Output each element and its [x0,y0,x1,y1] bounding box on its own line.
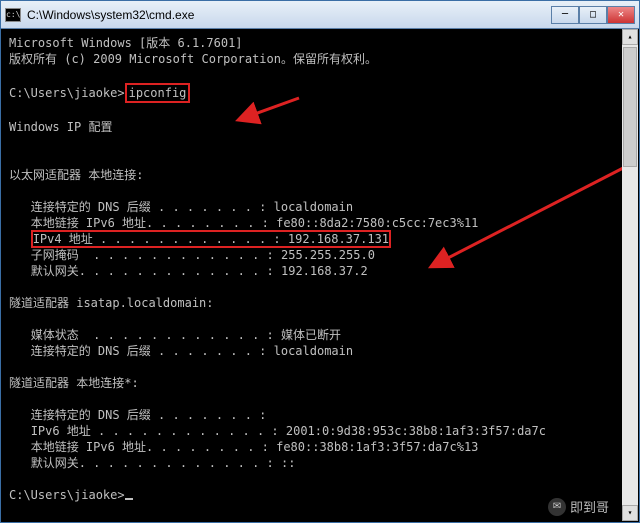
window-buttons: ─ □ ✕ [551,6,635,24]
watermark: ✉ 即到哥 [548,497,609,516]
row-label: 本地链接 IPv6 地址 [31,216,146,230]
watermark-text: 即到哥 [570,497,609,516]
row-value: 255.255.255.0 [274,248,375,262]
adapter1-header: 以太网适配器 本地连接: [9,168,143,182]
ipv4-highlight: IPv4 地址 . . . . . . . . . . . . : 192.16… [31,230,391,248]
prompt-path-1: C:\Users\jiaoke> [9,86,125,100]
row-label: 默认网关 [31,456,79,470]
close-button[interactable]: ✕ [607,6,635,24]
row-value: 192.168.37.2 [274,264,368,278]
row-value: 2001:0:9d38:953c:38b8:1af3:3f57:da7c [279,424,546,438]
row-label: 连接特定的 DNS 后缀 [31,344,151,358]
cmd-window: c:\ C:\Windows\system32\cmd.exe ─ □ ✕ Mi… [0,0,640,523]
ipconfig-title: Windows IP 配置 [9,120,112,134]
maximize-button[interactable]: □ [579,6,607,24]
row-value: 192.168.37.131 [281,232,389,246]
command-highlight: ipconfig [125,83,191,103]
titlebar: c:\ C:\Windows\system32\cmd.exe ─ □ ✕ [1,1,639,29]
prompt-path-2: C:\Users\jiaoke> [9,488,125,502]
row-label: 子网掩码 [31,248,79,262]
row-value: :: [274,456,296,470]
row-value: 媒体已断开 [274,328,341,342]
terminal-output[interactable]: Microsoft Windows [版本 6.1.7601] 版权所有 (c)… [1,29,639,522]
scrollbar[interactable]: ▴ ▾ [622,29,638,521]
row-label: 连接特定的 DNS 后缀 [31,200,151,214]
row-label: 连接特定的 DNS 后缀 [31,408,151,422]
wechat-icon: ✉ [548,498,566,516]
row-value: fe80::38b8:1af3:3f57:da7c%13 [269,440,479,454]
scroll-thumb[interactable] [623,47,637,167]
row-label: IPv4 地址 [33,232,93,246]
cursor [125,498,133,500]
row-value: localdomain [266,200,353,214]
cmd-icon: c:\ [5,8,21,22]
annotation-arrow-1 [201,77,304,143]
row-label: 媒体状态 [31,328,79,342]
adapter2-header: 隧道适配器 isatap.localdomain: [9,296,214,310]
row-label: 默认网关 [31,264,79,278]
row-label: 本地链接 IPv6 地址 [31,440,146,454]
row-value: fe80::8da2:7580:c5cc:7ec3%11 [269,216,479,230]
window-title: C:\Windows\system32\cmd.exe [27,8,551,22]
scroll-down-button[interactable]: ▾ [622,505,638,521]
adapter3-header: 隧道适配器 本地连接*: [9,376,139,390]
scroll-up-button[interactable]: ▴ [622,29,638,45]
command-text: ipconfig [129,86,187,100]
header-line2: 版权所有 (c) 2009 Microsoft Corporation。保留所有… [9,52,377,66]
minimize-button[interactable]: ─ [551,6,579,24]
row-label: IPv6 地址 [31,424,91,438]
row-value: localdomain [266,344,353,358]
header-line1: Microsoft Windows [版本 6.1.7601] [9,36,243,50]
